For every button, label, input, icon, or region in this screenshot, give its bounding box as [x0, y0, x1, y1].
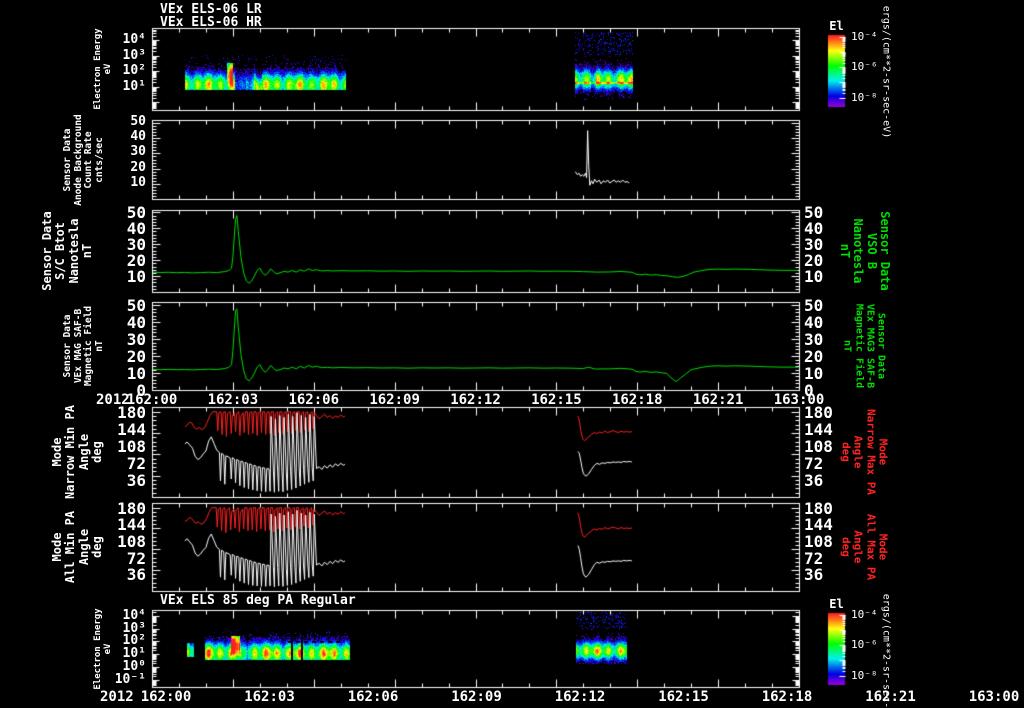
panel-title-els-85deg: VEx ELS 85 deg PA Regular [160, 593, 356, 608]
flux-unit-label-top: ergs/(cm**2-sr-sec-eV) [880, 5, 892, 139]
time-tick-label-middle: 162:15 [531, 392, 582, 408]
colorbar-tick-label: 10⁻⁸ [851, 90, 878, 104]
time-tick-label-middle: 162:09 [369, 392, 420, 408]
y-tick-label-right: 30 [804, 330, 824, 350]
y-tick-label: 180 [117, 498, 146, 518]
y-tick-label: 72 [126, 453, 146, 473]
y-tick-label-right: 40 [804, 313, 824, 333]
colorbar-tick-label: 10⁻⁸ [851, 668, 878, 682]
time-tick-label-middle: 162:03 [207, 392, 259, 408]
y-tick-label: 20 [130, 159, 146, 175]
y-tick-label: 36 [126, 565, 146, 585]
axis-label-all_pa: Mode All Min PA Angle deg [50, 510, 105, 584]
axis-label-right-narrow_pa: Mode Narrow Max PA Angle deg [839, 408, 890, 496]
y-tick-label: 72 [126, 548, 146, 568]
time-tick-label-bottom: 162:12 [554, 689, 606, 705]
time-tick-label-middle: 163:00 [773, 392, 825, 408]
y-tick-label-right: 10 [804, 364, 824, 384]
y-tick-label: 10 [130, 174, 146, 190]
time-tick-label-middle: 162:00 [126, 392, 178, 408]
y-tick-label-right: 108 [804, 436, 833, 456]
axis-label-narrow_pa: Mode Narrow Min PA Angle deg [50, 405, 105, 499]
y-tick-label-right: 144 [804, 419, 833, 439]
y-tick-label: 20 [126, 347, 146, 367]
year-label-bottom: 2012 [100, 689, 134, 705]
y-tick-label-right: 180 [804, 498, 833, 518]
colorbar-tick-label: 10⁻⁶ [851, 60, 878, 74]
y-tick-label: 10³ [122, 47, 146, 63]
colorbar-tick-label: 10⁻⁴ [851, 607, 878, 621]
y-tick-label: 50 [126, 203, 146, 223]
y-tick-label: 108 [117, 531, 146, 551]
y-tick-label: 30 [126, 330, 146, 350]
colorbar-title-top: El [829, 19, 844, 33]
axis-label-sc_btot: Sensor Data S/C Btot Nanotesla nT [40, 211, 95, 291]
time-tick-label-middle: 162:12 [450, 392, 501, 408]
y-tick-label: 36 [126, 470, 146, 490]
time-tick-label-bottom: 162:09 [451, 689, 502, 705]
axis-label-right-sc_btot: Sensor Data VSO B Nanotesla nT [837, 211, 892, 291]
y-tick-label: 50 [126, 296, 146, 316]
y-tick-label: 10 [126, 364, 146, 384]
y-tick-label: 50 [130, 114, 146, 130]
axis-label-mag_saf_b: Sensor Data VEx MAG SAF-B Magnetic Field… [61, 305, 105, 387]
colorbar-tick-label: 10⁻⁴ [851, 29, 878, 43]
axis-label-right-all_pa: Mode All Max PA Angle deg [839, 513, 890, 581]
y-tick-label: 10² [122, 63, 146, 79]
time-tick-label-middle: 162:21 [692, 392, 744, 408]
y-tick-label: 144 [117, 419, 146, 439]
time-tick-label-bottom: 162:18 [761, 689, 813, 705]
y-tick-label: 10¹ [122, 78, 146, 94]
y-tick-label-right: 144 [804, 515, 833, 535]
time-tick-label-bottom: 162:15 [658, 689, 709, 705]
y-tick-label-right: 36 [804, 470, 824, 490]
y-tick-label: 30 [130, 144, 146, 160]
y-tick-label-right: 108 [804, 531, 833, 551]
time-tick-label-bottom: 162:06 [347, 689, 399, 705]
axis-label-els_spectrogram_top: Electron Energy eV [92, 28, 113, 110]
time-tick-label-bottom: 162:00 [140, 689, 192, 705]
time-tick-label-bottom: 163:00 [968, 689, 1020, 705]
time-tick-label-bottom: 162:21 [865, 689, 916, 705]
axis-label-els_spectrogram_85deg: Electron Energy eV [92, 607, 113, 690]
colorbar-tick-label: 10⁻⁶ [851, 638, 878, 652]
colorbar-title-bottom: El [829, 597, 844, 611]
y-tick-label-right: 72 [804, 453, 824, 473]
y-tick-label-right: 50 [804, 203, 824, 223]
y-tick-label: 40 [126, 313, 146, 333]
y-tick-label-right: 50 [804, 296, 824, 316]
time-tick-label-bottom: 162:03 [244, 689, 295, 705]
y-tick-label-right: 36 [804, 565, 824, 585]
y-tick-label: 10⁴ [122, 32, 146, 48]
axis-label-anode_background: Sensor Data Anode Background Count Rate … [61, 113, 105, 206]
y-tick-label-right: 72 [804, 548, 824, 568]
panel-title-els-hr: VEx ELS-06 HR [160, 15, 262, 30]
y-tick-label: 144 [117, 515, 146, 535]
y-tick-label: 10⁻¹ [114, 671, 146, 687]
plot-root: VEx ELS-06 LR VEx ELS-06 HR VEx ELS 85 d… [0, 0, 1024, 708]
y-tick-label-right: 20 [804, 347, 824, 367]
axis-label-right-mag_saf_b: Sensor Data VEx MAG3 SAF-B Magnetic Fiel… [841, 303, 887, 389]
time-tick-label-middle: 162:06 [288, 392, 340, 408]
y-tick-label: 108 [117, 436, 146, 456]
y-tick-label: 40 [130, 129, 146, 145]
time-tick-label-middle: 162:18 [611, 392, 663, 408]
